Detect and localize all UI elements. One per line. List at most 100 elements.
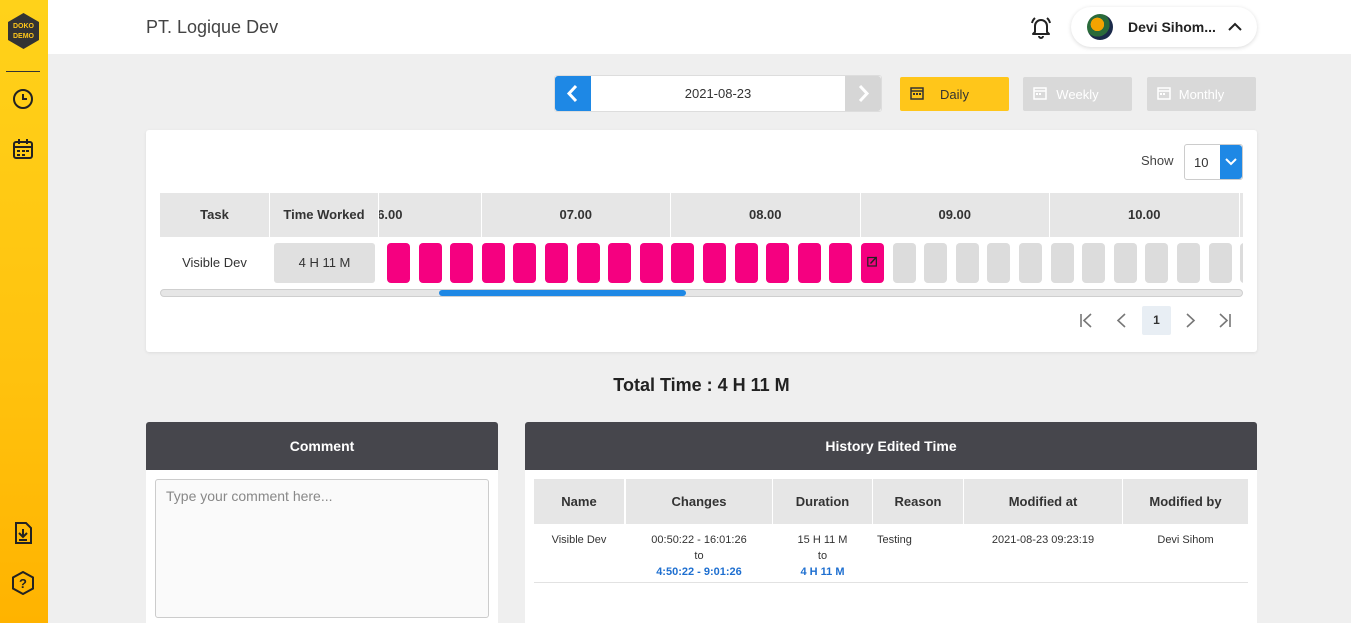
- changes-from: 00:50:22 - 16:01:26: [651, 534, 747, 546]
- horizontal-scrollbar[interactable]: [160, 289, 1243, 297]
- scrollbar-thumb[interactable]: [439, 290, 686, 296]
- time-slot-empty: [1145, 243, 1169, 283]
- avatar: [1087, 14, 1113, 40]
- time-slot-active[interactable]: [703, 243, 726, 283]
- duration-to: 4 H 11 M: [800, 566, 845, 578]
- calendar-icon[interactable]: [11, 137, 35, 161]
- time-worked-header-label: Time Worked: [283, 207, 365, 222]
- col-label: Changes: [671, 494, 727, 509]
- time-slot-empty: [1177, 243, 1200, 283]
- time-slot-active[interactable]: [576, 243, 600, 283]
- chevron-left-icon: [1116, 313, 1126, 328]
- dropdown-toggle[interactable]: [1220, 145, 1242, 179]
- download-report-icon[interactable]: [11, 521, 35, 545]
- hour-column-header: 06.00: [379, 193, 481, 237]
- time-slot-active[interactable]: [608, 243, 632, 283]
- chevron-right-icon: [858, 84, 870, 103]
- daily-label: Daily: [940, 87, 969, 102]
- next-page-button[interactable]: [1175, 306, 1204, 335]
- hour-label: 07.00: [559, 207, 593, 222]
- svg-text:?: ?: [19, 576, 27, 591]
- date-navigator: 2021-08-23: [554, 75, 882, 112]
- time-slot-empty: [1240, 243, 1243, 283]
- time-slot-empty: [1208, 243, 1232, 283]
- monthly-button[interactable]: Monthly: [1147, 77, 1256, 111]
- history-panel-header: History Edited Time: [525, 422, 1257, 470]
- user-menu[interactable]: Devi Sihom...: [1071, 7, 1257, 47]
- changes-to: 4:50:22 - 9:01:26: [656, 566, 742, 578]
- hour-header-strip: 06.00 07.00 08.00 09.00 10.00: [379, 193, 1243, 237]
- first-page-button[interactable]: [1072, 306, 1101, 335]
- hour-label: 10.00: [1127, 207, 1161, 222]
- next-date-button[interactable]: [845, 76, 881, 111]
- hour-column-header: 08.00: [670, 193, 860, 237]
- hour-label: 09.00: [938, 207, 972, 222]
- current-date[interactable]: 2021-08-23: [591, 86, 845, 101]
- time-slot-active[interactable]: [829, 243, 853, 283]
- svg-text:DEMO: DEMO: [13, 33, 35, 40]
- sidebar-divider: [6, 71, 40, 72]
- task-name: Visible Dev: [182, 255, 247, 270]
- task-column-header: Task: [160, 193, 269, 237]
- user-name: Devi Sihom...: [1128, 19, 1216, 35]
- history-panel: Name Changes Duration Reason Modified at…: [525, 470, 1257, 623]
- time-slot-active[interactable]: [418, 243, 442, 283]
- last-page-icon: [1219, 313, 1231, 328]
- history-cell-modified-at: 2021-08-23 09:23:19: [991, 534, 1095, 546]
- history-cell-name: Visible Dev: [551, 534, 607, 546]
- daily-button[interactable]: Daily: [900, 77, 1009, 111]
- total-time: Total Time : 4 H 11 M: [613, 375, 790, 395]
- time-slot-active[interactable]: [639, 243, 663, 283]
- previous-date-button[interactable]: [555, 76, 591, 111]
- help-icon[interactable]: ?: [11, 571, 35, 595]
- time-worked-value: 4 H 11 M: [298, 255, 351, 270]
- show-label: Show: [1141, 153, 1174, 168]
- hour-column-header: 09.00: [859, 193, 1050, 237]
- time-slot-active[interactable]: [734, 243, 758, 283]
- hour-column-header: 07.00: [480, 193, 671, 237]
- svg-text:DOKO: DOKO: [13, 23, 35, 30]
- time-worked-box: 4 H 11 M: [274, 243, 375, 283]
- time-slot-active[interactable]: [861, 243, 884, 283]
- col-label: Name: [561, 494, 597, 509]
- time-slot-empty: [1050, 243, 1074, 283]
- time-slot-active[interactable]: [450, 243, 474, 283]
- notification-bell-icon[interactable]: [1029, 15, 1053, 39]
- time-slot-strip: [379, 243, 1243, 283]
- changes-to-label: to: [694, 550, 704, 562]
- comment-panel-header: Comment: [146, 422, 498, 470]
- chevron-left-icon: [566, 84, 578, 103]
- comment-panel: [146, 470, 498, 623]
- current-page[interactable]: 1: [1142, 306, 1171, 335]
- first-page-icon: [1080, 313, 1092, 328]
- time-slot-active[interactable]: [545, 243, 568, 283]
- time-slot-active[interactable]: [671, 243, 695, 283]
- chevron-up-icon[interactable]: [1227, 19, 1243, 35]
- page-size-value: 10: [1194, 155, 1209, 170]
- time-slot-active[interactable]: [797, 243, 821, 283]
- page-size-select[interactable]: 10: [1184, 144, 1243, 180]
- time-slot-empty: [1082, 243, 1106, 283]
- weekly-button[interactable]: Weekly: [1023, 77, 1132, 111]
- history-col-reason: Reason: [873, 479, 963, 524]
- monthly-label: Monthly: [1178, 87, 1225, 102]
- last-page-button[interactable]: [1210, 306, 1239, 335]
- duration-from: 15 H 11 M: [797, 534, 848, 546]
- time-slot-empty: [924, 243, 948, 283]
- time-slot-active[interactable]: [513, 243, 537, 283]
- hour-column-header: [1238, 193, 1244, 237]
- timeline-card: Show 10 Task Time Worked 06.00 07.00 08.00…: [146, 130, 1257, 352]
- comment-title: Comment: [289, 438, 355, 454]
- time-slot-empty: [1019, 243, 1042, 283]
- time-slot-active[interactable]: [766, 243, 790, 283]
- comment-input[interactable]: [155, 479, 489, 618]
- doko-demo-logo[interactable]: DOKO DEMO: [6, 12, 41, 50]
- time-slot-active[interactable]: [387, 243, 410, 283]
- previous-page-button[interactable]: [1108, 306, 1137, 335]
- time-slot-active[interactable]: [481, 243, 505, 283]
- time-worked-column-header: Time Worked: [270, 193, 378, 237]
- clock-icon[interactable]: [11, 87, 35, 111]
- time-slot-empty: [1113, 243, 1137, 283]
- weekly-label: Weekly: [1056, 87, 1099, 102]
- col-label: Duration: [795, 494, 850, 509]
